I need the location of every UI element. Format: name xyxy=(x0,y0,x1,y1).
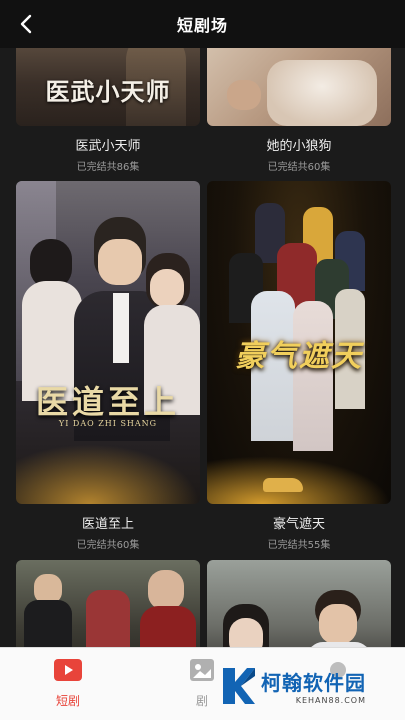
poster-title: 豪气遮天 xyxy=(235,339,363,374)
drama-title: 医武小天师 xyxy=(75,139,141,154)
watermark: 柯翰软件园 KEHAN88.COM xyxy=(219,658,397,714)
poster-title: 医道至上 xyxy=(35,383,180,421)
drama-card[interactable]: 医武小天师 医武小天师 已完结共86集 xyxy=(16,48,200,173)
drama-title: 豪气遮天 xyxy=(272,517,325,532)
poster-image: 医道至上 YI DAO ZHI SHANG xyxy=(16,181,200,504)
poster-image xyxy=(16,560,200,648)
tab-label: 短剧 xyxy=(55,694,80,708)
watermark-name: 柯翰软件园 xyxy=(261,671,366,695)
bottom-tab-bar: 短剧 剧 柯翰软件园 KEHAN88.COM xyxy=(0,647,405,720)
poster-image xyxy=(207,560,391,648)
drama-episodes: 已完结共60集 xyxy=(76,540,140,551)
drama-card[interactable]: 豪气遮天 豪气遮天 已完结共55集 xyxy=(207,181,391,551)
drama-title: 医道至上 xyxy=(81,517,134,532)
play-icon xyxy=(54,659,82,681)
drama-title: 她的小狼狗 xyxy=(266,139,332,154)
poster-image: 医武小天师 xyxy=(16,48,200,126)
brand-logo-icon xyxy=(223,668,255,704)
chevron-left-icon xyxy=(20,14,32,34)
drama-card[interactable] xyxy=(16,560,200,648)
drama-episodes: 已完结共86集 xyxy=(76,162,140,173)
poster-title: 医武小天师 xyxy=(45,77,171,106)
poster-subtitle: YI DAO ZHI SHANG xyxy=(58,419,158,428)
top-bar: 短剧场 xyxy=(0,0,405,48)
page-title: 短剧场 xyxy=(176,16,228,35)
watermark-url: KEHAN88.COM xyxy=(295,696,366,705)
drama-card[interactable] xyxy=(207,560,391,648)
drama-episodes: 已完结共60集 xyxy=(267,162,331,173)
poster-image: 豪气遮天 xyxy=(207,181,391,504)
back-button[interactable] xyxy=(14,12,38,36)
drama-card[interactable]: 她的小狼狗 已完结共60集 xyxy=(207,48,391,173)
tab-short-drama[interactable]: 短剧 xyxy=(38,658,98,709)
image-icon xyxy=(190,659,214,681)
drama-grid: 医武小天师 医武小天师 已完结共86集 她的小狼狗 已完结共60集 医道至上 Y… xyxy=(0,48,405,648)
poster-image xyxy=(207,48,391,126)
drama-card[interactable]: 医道至上 YI DAO ZHI SHANG 医道至上 已完结共60集 xyxy=(16,181,200,551)
drama-episodes: 已完结共55集 xyxy=(267,540,331,551)
